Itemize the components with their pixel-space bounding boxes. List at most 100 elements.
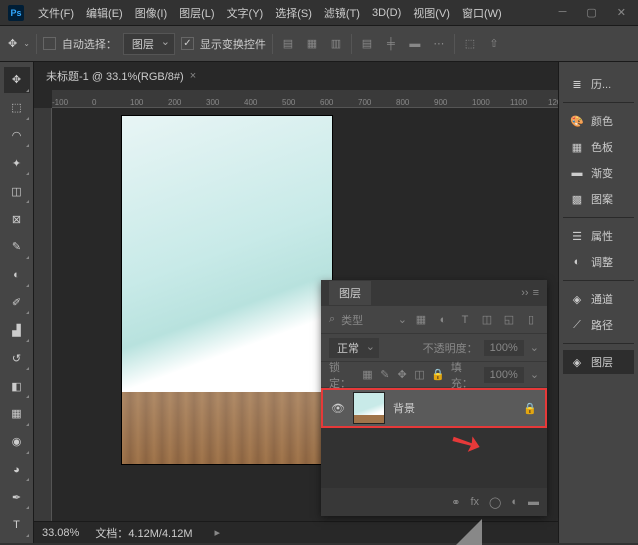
menu-filter[interactable]: 滤镜(T) [318, 1, 366, 25]
channels-panel-tab[interactable]: ◈通道 [563, 287, 634, 311]
pen-tool[interactable]: ✒ [4, 484, 30, 510]
magic-wand-tool[interactable]: ✦ [4, 150, 30, 176]
group-icon[interactable]: ▬ [528, 496, 539, 508]
swatches-panel-tab[interactable]: ▦色板 [563, 135, 634, 159]
search-icon[interactable]: ⌕ [329, 313, 335, 326]
auto-select-checkbox[interactable] [43, 37, 56, 50]
lock-position-icon[interactable]: ✥ [396, 368, 407, 381]
zoom-level[interactable]: 33.08% [42, 527, 79, 539]
filter-adjustment-icon[interactable]: ◐ [435, 312, 451, 328]
color-panel-tab[interactable]: 🎨颜色 [563, 109, 634, 133]
filter-toggle[interactable]: ▯ [523, 312, 539, 328]
healing-tool[interactable]: ◐ [4, 262, 30, 288]
auto-select-target[interactable]: 图层 [123, 33, 175, 55]
menu-image[interactable]: 图像(I) [129, 1, 173, 25]
menu-window[interactable]: 窗口(W) [456, 1, 508, 25]
layers-panel-header[interactable]: 图层 ›› ≡ [321, 280, 547, 306]
collapse-icon[interactable]: ›› [521, 287, 528, 299]
align-right-icon[interactable]: ▥ [327, 35, 345, 53]
type-tool[interactable]: T [4, 512, 30, 538]
maximize-button[interactable]: ▢ [582, 4, 600, 21]
tool-preset-dropdown[interactable]: ⌄ [23, 39, 30, 48]
tab-close-icon[interactable]: × [190, 70, 196, 82]
panel-menu-icon[interactable]: ≡ [533, 287, 539, 299]
lock-artboard-icon[interactable]: ◫ [414, 368, 425, 381]
doc-info-dropdown[interactable]: ▸ [215, 526, 221, 539]
layer-lock-icon[interactable]: 🔒 [523, 402, 537, 415]
stamp-tool[interactable]: ▟ [4, 317, 30, 343]
layer-row-background[interactable]: 👁 背景 🔒 [321, 388, 547, 428]
history-brush-tool[interactable]: ↺ [4, 345, 30, 371]
menu-view[interactable]: 视图(V) [407, 1, 456, 25]
lock-row: 锁定： ▦ ✎ ✥ ◫ 🔒 填充： 100% ⌄ [321, 362, 547, 388]
filter-smart-icon[interactable]: ◱ [501, 312, 517, 328]
3d-mode-icon[interactable]: ⬚ [461, 35, 479, 53]
blend-mode-select[interactable]: 正常 [329, 338, 379, 358]
frame-tool[interactable]: ⊠ [4, 206, 30, 232]
properties-panel-tab[interactable]: ☰属性 [563, 224, 634, 248]
lock-all-icon[interactable]: 🔒 [431, 368, 445, 381]
move-tool[interactable]: ✥ [4, 67, 30, 93]
visibility-toggle[interactable]: 👁 [331, 402, 345, 415]
document-tab[interactable]: 未标题-1 @ 33.1%(RGB/8#) × [38, 64, 204, 88]
resize-corner[interactable] [456, 519, 482, 545]
tab-title: 未标题-1 @ 33.1%(RGB/8#) [46, 68, 184, 84]
menu-layer[interactable]: 图层(L) [173, 1, 220, 25]
more-options-icon[interactable]: ⋯ [430, 35, 448, 53]
filter-type-select[interactable]: 类型 [341, 312, 392, 328]
move-tool-icon[interactable]: ✥ [8, 37, 17, 50]
filter-shape-icon[interactable]: ◫ [479, 312, 495, 328]
gradients-panel-tab[interactable]: ▬渐变 [563, 161, 634, 185]
align-center-h-icon[interactable]: ▦ [303, 35, 321, 53]
layers-panel-title: 图层 [329, 281, 371, 305]
lasso-tool[interactable]: ◠ [4, 123, 30, 149]
link-layers-icon[interactable]: ⚭ [451, 496, 460, 509]
menu-type[interactable]: 文字(Y) [221, 1, 270, 25]
doc-info[interactable]: 文档：4.12M/4.12M [95, 525, 192, 541]
adjustment-layer-icon[interactable]: ◐ [511, 496, 518, 508]
ruler-horizontal[interactable]: -100 0 100 200 300 400 500 600 700 800 9… [52, 90, 558, 108]
lock-transparency-icon[interactable]: ▦ [362, 368, 373, 381]
align-center-v-icon[interactable]: ╪ [382, 35, 400, 53]
window-controls: ─ ▢ ✕ [555, 4, 630, 21]
menu-file[interactable]: 文件(F) [32, 1, 80, 25]
patterns-panel-tab[interactable]: ▩图案 [563, 187, 634, 211]
blur-tool[interactable]: ◉ [4, 429, 30, 455]
paths-panel-tab[interactable]: ⟋路径 [563, 313, 634, 337]
marquee-tool[interactable]: ⬚ [4, 95, 30, 121]
dodge-tool[interactable]: ◕ [4, 457, 30, 483]
align-top-icon[interactable]: ▤ [358, 35, 376, 53]
crop-tool[interactable]: ◫ [4, 178, 30, 204]
adjustments-icon: ◐ [569, 254, 585, 270]
layer-mask-icon[interactable]: ◯ [489, 496, 501, 509]
paths-icon: ⟋ [569, 317, 585, 333]
layer-thumbnail[interactable] [353, 392, 385, 424]
adjustments-panel-tab[interactable]: ◐调整 [563, 250, 634, 274]
show-transform-checkbox[interactable] [181, 37, 194, 50]
history-panel-tab[interactable]: ≣历... [563, 72, 634, 96]
fill-value[interactable]: 100% [484, 367, 524, 383]
eyedropper-tool[interactable]: ✎ [4, 234, 30, 260]
properties-icon: ☰ [569, 228, 585, 244]
share-icon[interactable]: ⇧ [485, 35, 503, 53]
minimize-button[interactable]: ─ [555, 4, 571, 21]
eraser-tool[interactable]: ◧ [4, 373, 30, 399]
menu-3d[interactable]: 3D(D) [366, 3, 407, 23]
gradient-tool[interactable]: ▦ [4, 401, 30, 427]
layer-name[interactable]: 背景 [393, 400, 515, 416]
ruler-vertical[interactable] [34, 108, 52, 543]
layer-effects-icon[interactable]: fx [470, 496, 479, 508]
filter-type-icon[interactable]: T [457, 312, 473, 328]
brush-tool[interactable]: ✐ [4, 290, 30, 316]
close-button[interactable]: ✕ [613, 4, 630, 21]
lock-image-icon[interactable]: ✎ [379, 368, 390, 381]
layers-panel-tab[interactable]: ◈图层 [563, 350, 634, 374]
menu-edit[interactable]: 编辑(E) [80, 1, 129, 25]
filter-pixel-icon[interactable]: ▦ [413, 312, 429, 328]
align-bottom-icon[interactable]: ▬ [406, 35, 424, 53]
menu-select[interactable]: 选择(S) [269, 1, 318, 25]
canvas[interactable] [122, 116, 332, 464]
opacity-value[interactable]: 100% [484, 340, 524, 356]
floor-image [122, 392, 332, 464]
align-left-icon[interactable]: ▤ [279, 35, 297, 53]
